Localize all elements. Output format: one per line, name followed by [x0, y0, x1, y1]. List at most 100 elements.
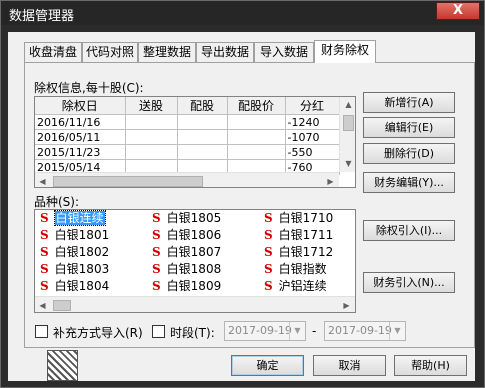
list-item-label: 白银1711 — [278, 228, 334, 242]
scroll-left-arrow-icon[interactable]: ◀ — [35, 174, 50, 187]
list-item-label: 白银1806 — [166, 228, 222, 242]
period-checkbox[interactable] — [152, 325, 165, 338]
title-bar[interactable]: 数据管理器 X — [1, 1, 484, 25]
cell-bonus — [125, 114, 178, 130]
s-marker-icon: S — [152, 262, 161, 276]
table-row[interactable]: 2016/05/11 -1070 — [35, 129, 340, 145]
scroll-thumb[interactable] — [343, 115, 354, 131]
grid-horizontal-scrollbar[interactable]: ◀ ▶ — [35, 172, 339, 187]
cancel-button[interactable]: 取消 — [313, 355, 386, 376]
scroll-down-arrow-icon[interactable]: ▼ — [341, 156, 355, 171]
list-item-label: 白银1801 — [54, 228, 110, 242]
edit-row-button[interactable]: 编辑行(E) — [363, 117, 455, 138]
cell-price — [227, 114, 286, 130]
list-item[interactable]: S 白银指数 — [264, 261, 327, 278]
list-item[interactable]: S 白银1801 — [40, 227, 109, 244]
finance-edit-button[interactable]: 财务编辑(Y)... — [363, 172, 455, 193]
scroll-thumb[interactable] — [53, 176, 203, 187]
tab-export-data[interactable]: 导出数据 — [196, 42, 254, 62]
close-button[interactable]: X — [436, 2, 480, 20]
list-item-label: 白银1805 — [166, 211, 222, 225]
scroll-right-arrow-icon[interactable]: ▶ — [323, 174, 338, 187]
chevron-down-icon[interactable]: ▼ — [389, 322, 405, 340]
varieties-list[interactable]: S 白银连续 S 白银1801 S 白银1802 S 白银1803 S 白银1804 S白… — [34, 209, 356, 313]
list-item-label: 沪铝连续 — [278, 279, 327, 293]
app-logo-icon — [47, 350, 78, 381]
list-item[interactable]: S 白银1710 — [264, 210, 333, 227]
list-item[interactable]: S 白银1806 — [152, 227, 221, 244]
cell-rights — [177, 144, 228, 160]
list-item-label: 白银1809 — [166, 279, 222, 293]
list-item-label: 白银1710 — [278, 211, 334, 225]
delete-row-button[interactable]: 删除行(D) — [363, 143, 455, 164]
s-marker-icon: S — [152, 279, 161, 293]
cell-date: 2016/05/11 — [35, 129, 126, 145]
list-item-label: 白银1804 — [54, 279, 110, 293]
date-separator: - — [312, 324, 317, 338]
tab-import-data[interactable]: 导入数据 — [254, 42, 314, 62]
s-marker-icon: S — [40, 279, 49, 293]
varieties-label: 品种(S): — [34, 195, 80, 209]
date-from-picker[interactable]: 2017-09-19 ▼ — [224, 321, 306, 341]
s-marker-icon: S — [264, 228, 273, 242]
list-item-label: 白银1808 — [166, 262, 222, 276]
list-item[interactable]: S 白银1809 — [152, 278, 221, 295]
date-from-value: 2017-09-19 — [228, 324, 292, 337]
date-to-value: 2017-09-19 — [328, 324, 392, 337]
tab-close-clear[interactable]: 收盘清盘 — [24, 42, 82, 62]
list-item[interactable]: S 白银1712 — [264, 244, 333, 261]
cell-dividend: -1240 — [285, 114, 340, 130]
col-header-rights-shares[interactable]: 配股 — [177, 97, 228, 115]
scroll-right-arrow-icon[interactable]: ▶ — [339, 298, 354, 312]
list-item[interactable]: S 白银1803 — [40, 261, 109, 278]
cell-rights — [177, 114, 228, 130]
finance-import-button[interactable]: 财务引入(N)... — [363, 272, 455, 293]
col-header-rights-price[interactable]: 配股价 — [227, 97, 286, 115]
list-item[interactable]: S 白银连续 — [40, 210, 106, 227]
ok-button[interactable]: 确定 — [231, 355, 304, 376]
help-button[interactable]: 帮助(H) — [394, 355, 467, 376]
s-marker-icon: S — [264, 262, 273, 276]
list-item-label: 白银连续 — [53, 210, 106, 226]
tab-code-map[interactable]: 代码对照 — [82, 42, 138, 62]
s-marker-icon: S — [152, 245, 161, 259]
list-item[interactable]: S 沪铝连续 — [264, 278, 327, 295]
window-title: 数据管理器 — [9, 9, 75, 24]
s-marker-icon: S — [264, 211, 273, 225]
dividend-grid[interactable]: 除权日 送股 配股 配股价 分红 2016/11/16 -1240 2016/0… — [34, 96, 356, 188]
col-header-bonus-shares[interactable]: 送股 — [125, 97, 178, 115]
grid-header-row: 除权日 送股 配股 配股价 分红 — [35, 97, 340, 115]
list-item[interactable]: S 白银1805 — [152, 210, 221, 227]
list-horizontal-scrollbar[interactable]: ◀ ▶ — [35, 296, 355, 312]
list-item[interactable]: S 白银1804 — [40, 278, 109, 295]
s-marker-icon: S — [40, 211, 49, 225]
supplement-import-label: 补充方式导入(R) — [53, 326, 143, 340]
s-marker-icon: S — [264, 279, 273, 293]
s-marker-icon: S — [264, 245, 273, 259]
scroll-thumb[interactable] — [53, 300, 71, 311]
supplement-import-checkbox[interactable] — [35, 325, 48, 338]
s-marker-icon: S — [152, 228, 161, 242]
list-item-label: 白银1712 — [278, 245, 334, 259]
grid-vertical-scrollbar[interactable]: ▲ ▼ — [339, 97, 355, 172]
exright-import-button[interactable]: 除权引入(I)... — [363, 220, 455, 241]
cell-date: 2015/11/23 — [35, 144, 126, 160]
tab-organize-data[interactable]: 整理数据 — [138, 42, 196, 62]
col-header-date[interactable]: 除权日 — [35, 97, 126, 115]
add-row-button[interactable]: 新增行(A) — [363, 92, 455, 113]
list-item[interactable]: S 白银1807 — [152, 244, 221, 261]
s-marker-icon: S — [40, 262, 49, 276]
date-to-picker[interactable]: 2017-09-19 ▼ — [324, 321, 406, 341]
chevron-down-icon[interactable]: ▼ — [289, 322, 305, 340]
tab-finance-exright[interactable]: 财务除权 — [314, 40, 376, 63]
scroll-left-arrow-icon[interactable]: ◀ — [35, 298, 50, 312]
cell-price — [227, 129, 286, 145]
col-header-dividend[interactable]: 分红 — [285, 97, 340, 115]
list-item[interactable]: S 白银1711 — [264, 227, 333, 244]
table-row[interactable]: 2016/11/16 -1240 — [35, 114, 340, 130]
list-item[interactable]: S 白银1802 — [40, 244, 109, 261]
scroll-up-arrow-icon[interactable]: ▲ — [341, 97, 355, 112]
list-item[interactable]: S 白银1808 — [152, 261, 221, 278]
table-row[interactable]: 2015/11/23 -550 — [35, 144, 340, 160]
cell-bonus — [125, 144, 178, 160]
